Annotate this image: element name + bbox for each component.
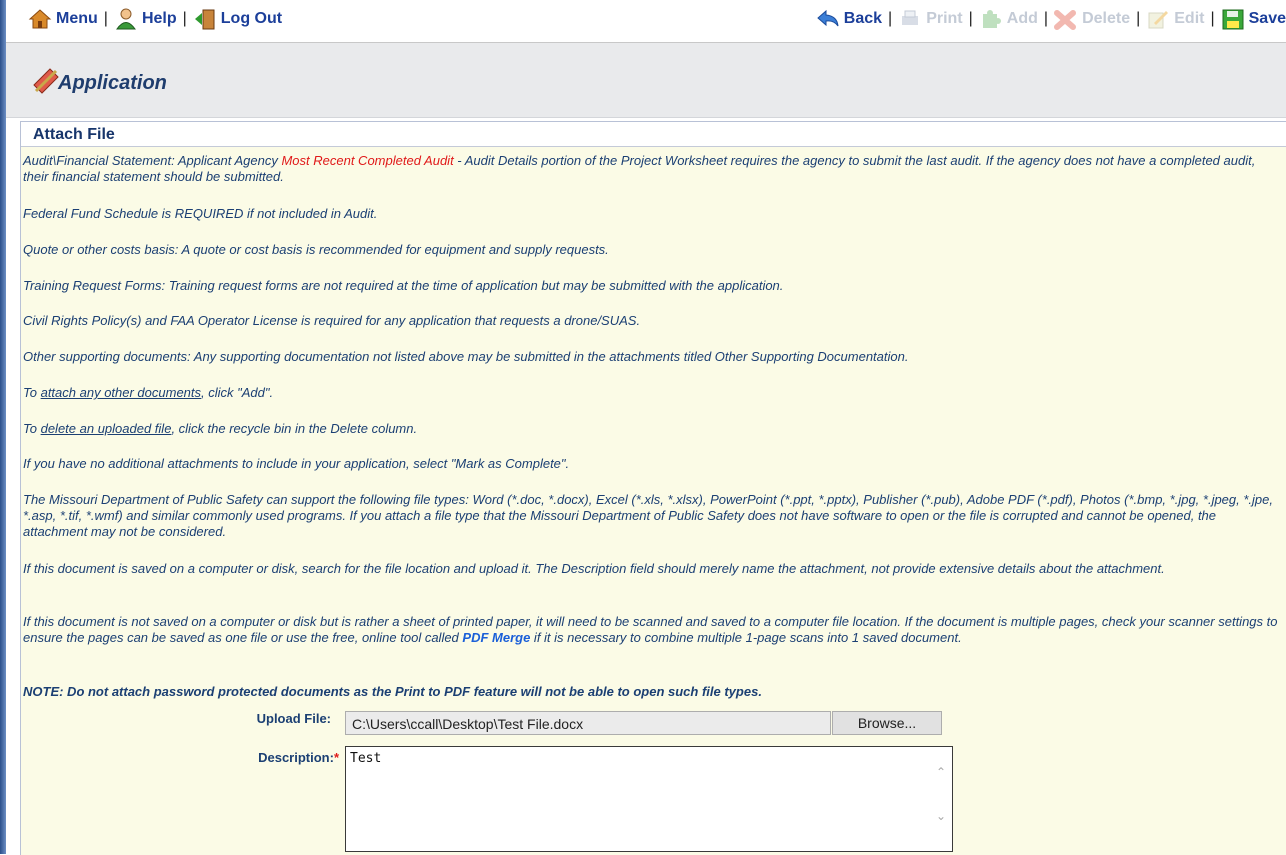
quote-paragraph: Quote or other costs basis: A quote or c…	[23, 242, 609, 257]
federal-fund-paragraph: Federal Fund Schedule is REQUIRED if not…	[23, 206, 378, 221]
help-person-icon	[115, 8, 136, 30]
left-edge-bar	[0, 0, 6, 854]
toolbar-separator: |	[888, 10, 893, 27]
delete-button[interactable]: Delete	[1054, 8, 1130, 30]
upload-file-input[interactable]: C:\Users\ccall\Desktop\Test File.docx	[345, 711, 831, 735]
saved-document-paragraph: If this document is saved on a computer …	[23, 561, 1165, 576]
toolbar-separator: |	[1210, 10, 1215, 27]
back-label: Back	[843, 10, 883, 27]
home-icon	[28, 9, 52, 29]
description-textarea[interactable]: Test ⌃ ⌄	[345, 746, 953, 852]
top-toolbar: Menu | Help | Log Out Back | Print | Add…	[6, 0, 1286, 43]
print-button[interactable]: Print	[898, 8, 963, 30]
civil-rights-paragraph: Civil Rights Policy(s) and FAA Operator …	[23, 313, 641, 328]
scan-paragraph: If this document is not saved on a compu…	[23, 614, 1281, 646]
file-types-paragraph: The Missouri Department of Public Safety…	[23, 492, 1273, 539]
delete-puzzle-icon	[1054, 10, 1077, 30]
edit-label: Edit	[1174, 10, 1205, 27]
logout-button[interactable]: Log Out	[193, 8, 282, 30]
printer-icon	[902, 10, 919, 25]
add-button[interactable]: Add	[979, 8, 1038, 30]
edit-button[interactable]: Edit	[1146, 8, 1204, 30]
scroll-up-icon[interactable]: ⌃	[936, 765, 946, 779]
upload-file-label: Upload File:	[256, 711, 331, 726]
help-label: Help	[141, 10, 177, 27]
description-label: Description:	[258, 750, 334, 765]
description-value: Test	[350, 751, 382, 766]
exit-door-icon	[194, 9, 215, 30]
required-asterisk: *	[333, 750, 339, 765]
pdf-merge-link[interactable]: PDF Merge	[462, 630, 530, 645]
audit-text-a: Audit\Financial Statement: Applicant Age…	[23, 153, 282, 168]
bullet-delete-pre: To	[23, 421, 41, 436]
bullet-complete-text: If you have no additional attachments to…	[23, 456, 570, 471]
add-puzzle-icon	[982, 10, 1001, 28]
panel-title: Attach File	[21, 122, 1286, 147]
delete-uploaded-file-link[interactable]: delete an uploaded file	[41, 421, 172, 436]
page-header: Application	[6, 43, 1286, 118]
back-button[interactable]: Back	[816, 8, 882, 30]
page-title: Application	[58, 72, 167, 94]
floppy-disk-icon	[1222, 9, 1244, 30]
scan-text-b: if it is necessary to combine multiple 1…	[530, 630, 962, 645]
audit-paragraph: Audit\Financial Statement: Applicant Age…	[23, 153, 1281, 185]
toolbar-separator: |	[1043, 10, 1049, 27]
bullet-delete: •To delete an uploaded file, click the r…	[23, 421, 1281, 437]
bullet-delete-post: , click the recycle bin in the Delete co…	[171, 421, 418, 436]
training-paragraph: Training Request Forms: Training request…	[23, 278, 784, 293]
toolbar-separator: |	[1136, 10, 1141, 27]
password-note: NOTE: Do not attach password protected d…	[23, 684, 762, 699]
audit-highlight: Most Recent Completed Audit	[281, 153, 454, 168]
add-label: Add	[1006, 10, 1038, 27]
bullet-add-pre: To	[23, 385, 41, 400]
toolbar-separator: |	[968, 10, 973, 27]
menu-label: Menu	[56, 10, 98, 27]
scroll-down-icon[interactable]: ⌄	[936, 809, 946, 823]
back-arrow-icon	[817, 9, 839, 27]
toolbar-separator: |	[103, 10, 108, 27]
menu-button[interactable]: Menu	[28, 8, 98, 30]
edit-pencil-icon	[1148, 11, 1169, 29]
toolbar-separator: |	[182, 10, 187, 27]
attach-other-docs-link[interactable]: attach any other documents	[41, 385, 201, 400]
save-button[interactable]: Save	[1221, 8, 1286, 30]
bullet-add: •To attach any other documents, click "A…	[23, 385, 1281, 401]
attach-file-panel: Attach File Audit\Financial Statement: A…	[20, 121, 1286, 855]
help-button[interactable]: Help	[114, 8, 177, 30]
delete-label: Delete	[1082, 10, 1131, 27]
bullet-add-post: , click "Add".	[201, 385, 274, 400]
browse-button[interactable]: Browse...	[832, 711, 942, 735]
bullet-complete: •If you have no additional attachments t…	[23, 456, 1281, 472]
other-docs-paragraph: Other supporting documents: Any supporti…	[23, 349, 909, 364]
logout-label: Log Out	[220, 10, 283, 27]
description-label-row: Description:*	[211, 750, 339, 765]
print-label: Print	[926, 10, 963, 27]
save-label: Save	[1248, 10, 1286, 27]
